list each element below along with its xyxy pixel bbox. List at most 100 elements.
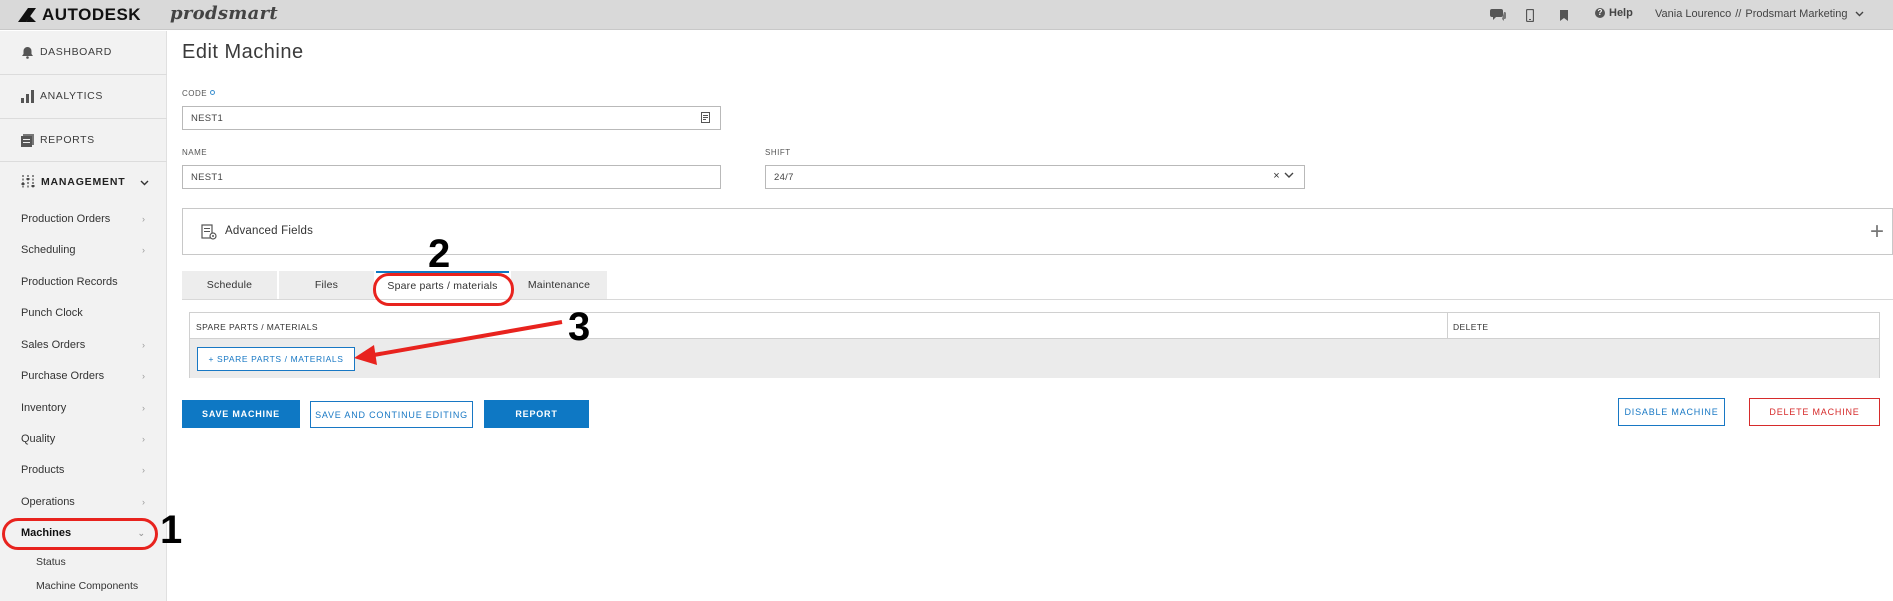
column-header-delete: DELETE: [1453, 322, 1489, 332]
chevron-down-icon: [140, 177, 149, 189]
chevron-down-icon: [1284, 171, 1294, 182]
sidebar-item-label: Production Orders: [21, 213, 111, 225]
id-card-icon: [701, 112, 710, 126]
tab-maintenance[interactable]: Maintenance: [511, 271, 607, 299]
report-button[interactable]: REPORT: [484, 400, 589, 428]
app-root: AUTODESK prodsmart ? Help Vania Lourenco…: [0, 0, 1893, 601]
sidebar-item-label: Sales Orders: [21, 339, 86, 351]
autodesk-logo-icon: [18, 8, 36, 22]
sidebar-subitem-label: Status: [36, 556, 66, 568]
chat-icon[interactable]: [1488, 5, 1508, 25]
name-field[interactable]: NEST1: [182, 165, 721, 189]
sidebar-item-label: Punch Clock: [21, 307, 83, 319]
sidebar-item-label: Quality: [21, 433, 56, 445]
mobile-icon[interactable]: [1523, 5, 1537, 25]
sidebar-item-products[interactable]: Products ›: [0, 458, 167, 482]
user-name: Vania Lourenco: [1655, 8, 1732, 20]
sidebar-item-scheduling[interactable]: Scheduling ›: [0, 238, 167, 262]
plus-icon[interactable]: +: [1870, 218, 1884, 246]
sidebar-item-label: Inventory: [21, 402, 67, 414]
chevron-right-icon: ›: [142, 465, 145, 475]
annotation-number-3: 3: [568, 305, 591, 349]
sidebar-item-label: REPORTS: [40, 134, 95, 146]
help-label: Help: [1609, 7, 1633, 19]
tab-label: Files: [314, 279, 339, 291]
document-settings-icon: [201, 224, 217, 240]
chevron-right-icon: ›: [142, 214, 145, 224]
sidebar-item-analytics[interactable]: ANALYTICS: [0, 75, 167, 117]
brand-name: AUTODESK: [42, 5, 142, 24]
shift-select[interactable]: 24/7 ×: [765, 165, 1305, 189]
autodesk-logo[interactable]: AUTODESK: [18, 5, 142, 24]
advanced-fields-label: Advanced Fields: [225, 225, 314, 237]
help-icon: ?: [1595, 8, 1605, 18]
chevron-right-icon: ›: [142, 371, 145, 381]
sidebar: DASHBOARD ANALYTICS REPORTS MANAGEMENT P…: [0, 31, 167, 601]
user-menu[interactable]: Vania Lourenco // Prodsmart Marketing: [1655, 8, 1864, 20]
annotation-number-2: 2: [428, 232, 451, 276]
tab-label: Maintenance: [527, 279, 591, 291]
sidebar-item-production-orders[interactable]: Production Orders ›: [0, 207, 167, 231]
sidebar-item-label: Operations: [21, 496, 75, 508]
page-title: Edit Machine: [182, 41, 304, 63]
disable-machine-button[interactable]: DISABLE MACHINE: [1618, 398, 1725, 426]
required-indicator-icon: [210, 90, 216, 95]
add-spare-part-button[interactable]: + SPARE PARTS / MATERIALS: [197, 347, 355, 371]
name-value: NEST1: [191, 171, 224, 183]
sidebar-item-sales-orders[interactable]: Sales Orders ›: [0, 333, 167, 357]
delete-machine-button[interactable]: DELETE MACHINE: [1749, 398, 1880, 426]
annotation-number-1: 1: [160, 508, 183, 552]
code-label: CODE: [182, 89, 216, 98]
organization-name: Prodsmart Marketing: [1745, 8, 1848, 20]
sidebar-item-label: Scheduling: [21, 244, 76, 256]
sidebar-subitem-machine-components[interactable]: Machine Components: [0, 576, 167, 596]
tab-schedule[interactable]: Schedule: [182, 271, 277, 299]
sidebar-item-production-records[interactable]: Production Records: [0, 270, 167, 294]
sidebar-item-inventory[interactable]: Inventory ›: [0, 396, 167, 420]
code-field[interactable]: NEST1: [182, 106, 721, 130]
sidebar-item-punch-clock[interactable]: Punch Clock: [0, 301, 167, 325]
sidebar-item-label: ANALYTICS: [40, 90, 103, 102]
chevron-right-icon: ›: [142, 245, 145, 255]
sidebar-item-operations[interactable]: Operations ›: [0, 490, 167, 514]
sidebar-subitem-status[interactable]: Status: [0, 552, 167, 572]
chevron-right-icon: ›: [142, 403, 145, 413]
product-name: prodsmart: [170, 3, 279, 24]
code-value: NEST1: [191, 112, 224, 124]
bookmark-icon[interactable]: [1557, 5, 1571, 25]
save-continue-button[interactable]: SAVE AND CONTINUE EDITING: [310, 401, 473, 428]
column-divider: [1447, 313, 1448, 338]
sidebar-subitem-label: Machine Components: [36, 580, 139, 592]
sidebar-item-label: Products: [21, 464, 65, 476]
sidebar-item-label: DASHBOARD: [40, 46, 112, 58]
bar-chart-icon: [21, 89, 34, 103]
column-header-spare-parts: SPARE PARTS / MATERIALS: [196, 322, 318, 332]
sliders-icon: [21, 175, 35, 189]
management-label: MANAGEMENT: [41, 176, 126, 188]
chevron-right-icon: ›: [142, 497, 145, 507]
sidebar-item-purchase-orders[interactable]: Purchase Orders ›: [0, 364, 167, 388]
help-link[interactable]: ? Help: [1595, 7, 1633, 19]
tab-files[interactable]: Files: [279, 271, 374, 299]
tab-label: Schedule: [206, 279, 253, 291]
top-bar: AUTODESK prodsmart ? Help Vania Lourenco…: [0, 0, 1893, 30]
shift-label: SHIFT: [765, 148, 791, 157]
annotation-arrow: [354, 320, 563, 365]
sidebar-item-quality[interactable]: Quality ›: [0, 427, 167, 451]
save-machine-button[interactable]: SAVE MACHINE: [182, 400, 300, 428]
sidebar-item-label: Production Records: [21, 276, 118, 288]
user-separator: //: [1735, 8, 1742, 20]
code-label-text: CODE: [182, 89, 208, 98]
annotation-highlight-machines: [2, 518, 158, 550]
shift-value: 24/7: [774, 171, 794, 183]
sidebar-item-dashboard[interactable]: DASHBOARD: [0, 31, 167, 73]
sidebar-section-management[interactable]: MANAGEMENT: [0, 162, 167, 202]
name-label: NAME: [182, 148, 208, 157]
clear-icon[interactable]: ×: [1273, 170, 1280, 182]
annotation-highlight-spare-parts-tab: [373, 273, 514, 306]
reports-icon: [21, 133, 34, 147]
sidebar-item-reports[interactable]: REPORTS: [0, 119, 167, 161]
bell-icon: [21, 46, 34, 59]
chevron-right-icon: ›: [142, 340, 145, 350]
sidebar-item-label: Purchase Orders: [21, 370, 105, 382]
